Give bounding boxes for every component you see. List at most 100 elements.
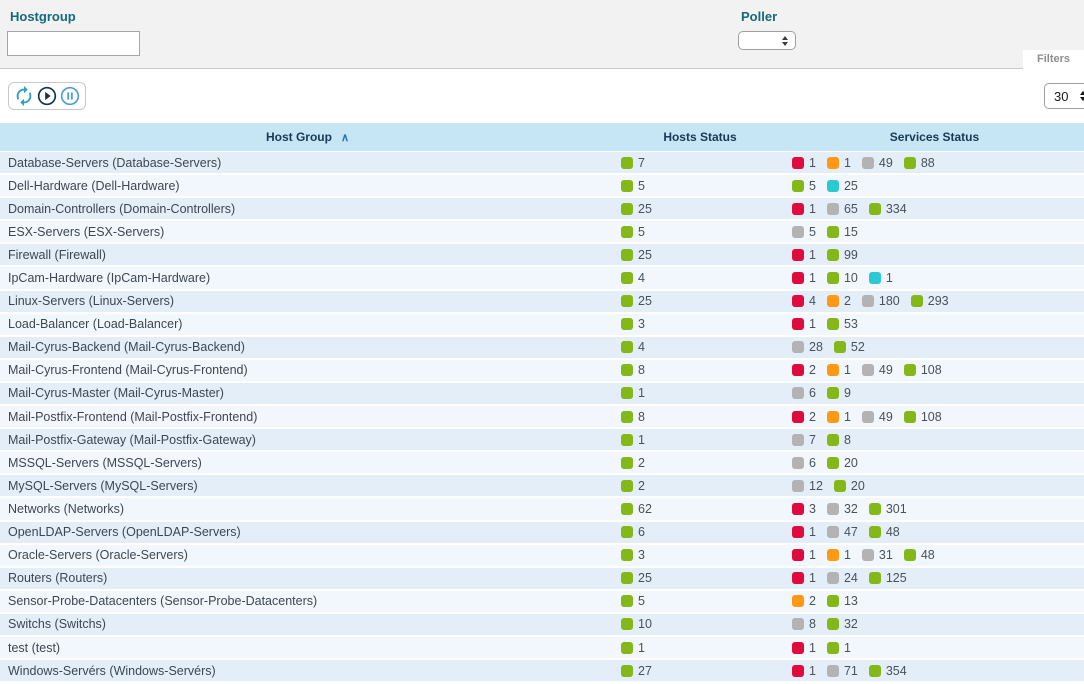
pause-button[interactable] [59,85,81,107]
status-badge-group[interactable]: 47 [827,525,858,539]
status-badge-group[interactable]: 1 [792,548,816,562]
status-badge-group[interactable]: 9 [827,386,851,400]
status-badge-group[interactable]: 301 [869,502,907,516]
status-badge-group[interactable]: 31 [862,548,893,562]
status-badge-group[interactable]: 49 [862,410,893,424]
status-badge-group[interactable]: 108 [904,363,942,377]
status-badge-group[interactable]: 1 [792,664,816,678]
hostgroup-name-link[interactable]: Database-Servers (Database-Servers) [8,156,221,170]
status-badge-group[interactable]: 65 [827,202,858,216]
status-badge-group[interactable]: 28 [792,340,823,354]
status-badge-group[interactable]: 2 [792,594,816,608]
poller-select[interactable] [738,31,796,50]
status-badge-group[interactable]: 125 [869,571,907,585]
filters-toggle-tab[interactable]: Filters [1023,50,1084,69]
status-badge-group[interactable]: 5 [792,179,816,193]
status-badge-group[interactable]: 25 [621,248,652,262]
status-badge-group[interactable]: 293 [911,294,949,308]
hostgroup-name-link[interactable]: Domain-Controllers (Domain-Controllers) [8,202,235,216]
status-badge-group[interactable]: 8 [792,617,816,631]
status-badge-group[interactable]: 8 [827,433,851,447]
status-badge-group[interactable]: 20 [834,479,865,493]
column-header-services-status[interactable]: Services Status [785,123,1084,151]
status-badge-group[interactable]: 1 [792,571,816,585]
status-badge-group[interactable]: 10 [827,271,858,285]
status-badge-group[interactable]: 180 [862,294,900,308]
status-badge-group[interactable]: 5 [621,594,645,608]
status-badge-group[interactable]: 24 [827,571,858,585]
status-badge-group[interactable]: 1 [792,202,816,216]
status-badge-group[interactable]: 71 [827,664,858,678]
hostgroup-name-link[interactable]: Routers (Routers) [8,571,107,585]
refresh-button[interactable] [13,85,35,107]
status-badge-group[interactable]: 5 [621,225,645,239]
status-badge-group[interactable]: 334 [869,202,907,216]
status-badge-group[interactable]: 25 [621,294,652,308]
hostgroup-name-link[interactable]: OpenLDAP-Servers (OpenLDAP-Servers) [8,525,241,539]
hostgroup-name-link[interactable]: Sensor-Probe-Datacenters (Sensor-Probe-D… [8,594,317,608]
status-badge-group[interactable]: 1 [869,271,893,285]
status-badge-group[interactable]: 10 [621,617,652,631]
column-header-host-group[interactable]: Host Group ∧ [0,123,615,151]
status-badge-group[interactable]: 99 [827,248,858,262]
hostgroup-name-link[interactable]: MSSQL-Servers (MSSQL-Servers) [8,456,202,470]
status-badge-group[interactable]: 49 [862,156,893,170]
status-badge-group[interactable]: 1 [827,641,851,655]
status-badge-group[interactable]: 15 [827,225,858,239]
hostgroup-name-link[interactable]: Switchs (Switchs) [8,617,106,631]
status-badge-group[interactable]: 6 [792,456,816,470]
hostgroup-name-link[interactable]: Load-Balancer (Load-Balancer) [8,317,182,331]
status-badge-group[interactable]: 5 [792,225,816,239]
status-badge-group[interactable]: 3 [621,548,645,562]
status-badge-group[interactable]: 7 [792,433,816,447]
status-badge-group[interactable]: 4 [621,340,645,354]
status-badge-group[interactable]: 8 [621,410,645,424]
hostgroup-name-link[interactable]: Mail-Postfix-Frontend (Mail-Postfix-Fron… [8,410,257,424]
status-badge-group[interactable]: 25 [621,202,652,216]
status-badge-group[interactable]: 2 [792,363,816,377]
status-badge-group[interactable]: 5 [621,179,645,193]
status-badge-group[interactable]: 1 [621,433,645,447]
hostgroup-name-link[interactable]: Mail-Cyrus-Master (Mail-Cyrus-Master) [8,386,224,400]
status-badge-group[interactable]: 1 [621,386,645,400]
status-badge-group[interactable]: 4 [792,294,816,308]
status-badge-group[interactable]: 32 [827,617,858,631]
status-badge-group[interactable]: 49 [862,363,893,377]
status-badge-group[interactable]: 3 [621,317,645,331]
hostgroup-input[interactable] [7,31,140,56]
hostgroup-name-link[interactable]: ESX-Servers (ESX-Servers) [8,225,164,239]
status-badge-group[interactable]: 13 [827,594,858,608]
status-badge-group[interactable]: 108 [904,410,942,424]
status-badge-group[interactable]: 3 [792,502,816,516]
status-badge-group[interactable]: 48 [904,548,935,562]
status-badge-group[interactable]: 2 [792,410,816,424]
status-badge-group[interactable]: 48 [869,525,900,539]
status-badge-group[interactable]: 25 [621,571,652,585]
status-badge-group[interactable]: 1 [827,410,851,424]
status-badge-group[interactable]: 52 [834,340,865,354]
status-badge-group[interactable]: 1 [827,156,851,170]
status-badge-group[interactable]: 12 [792,479,823,493]
status-badge-group[interactable]: 32 [827,502,858,516]
status-badge-group[interactable]: 20 [827,456,858,470]
page-size-select[interactable]: 30 [1044,83,1084,109]
status-badge-group[interactable]: 53 [827,317,858,331]
status-badge-group[interactable]: 1 [792,248,816,262]
status-badge-group[interactable]: 1 [827,548,851,562]
status-badge-group[interactable]: 8 [621,363,645,377]
status-badge-group[interactable]: 1 [792,641,816,655]
status-badge-group[interactable]: 7 [621,156,645,170]
hostgroup-name-link[interactable]: Mail-Postfix-Gateway (Mail-Postfix-Gatew… [8,433,256,447]
column-header-hosts-status[interactable]: Hosts Status [615,123,785,151]
status-badge-group[interactable]: 354 [869,664,907,678]
hostgroup-name-link[interactable]: test (test) [8,641,60,655]
status-badge-group[interactable]: 6 [792,386,816,400]
status-badge-group[interactable]: 62 [621,502,652,516]
hostgroup-name-link[interactable]: Oracle-Servers (Oracle-Servers) [8,548,188,562]
status-badge-group[interactable]: 25 [827,179,858,193]
status-badge-group[interactable]: 2 [621,456,645,470]
status-badge-group[interactable]: 2 [621,479,645,493]
status-badge-group[interactable]: 2 [827,294,851,308]
status-badge-group[interactable]: 1 [792,525,816,539]
status-badge-group[interactable]: 1 [827,363,851,377]
